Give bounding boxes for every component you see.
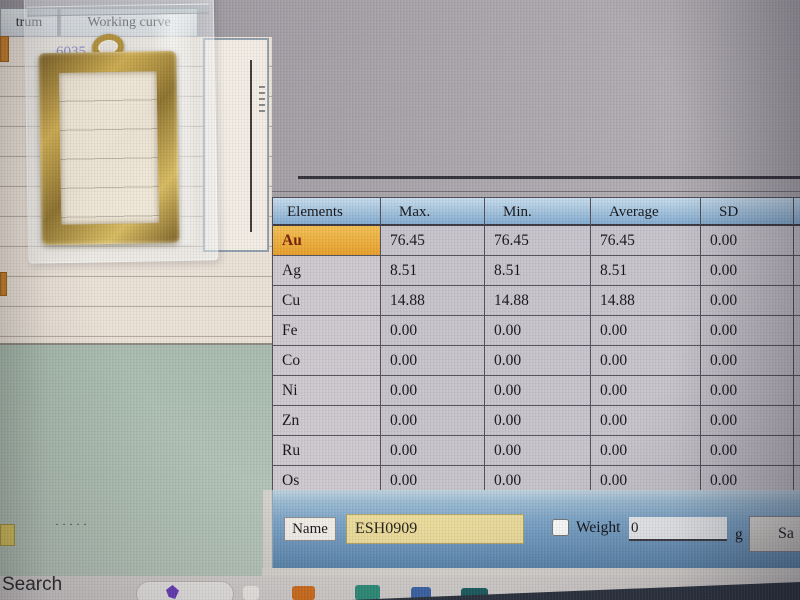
min-cell: 0.00 — [485, 406, 591, 436]
app-icon-orange[interactable] — [292, 586, 315, 600]
min-cell: 0.00 — [485, 436, 591, 466]
element-cell: Co — [273, 346, 381, 376]
max-cell: 0.00 — [381, 406, 485, 436]
sd-cell: 0.00 — [701, 346, 794, 376]
element-cell: Cu — [273, 286, 381, 316]
max-cell: 76.45 — [381, 226, 485, 256]
name-input[interactable] — [346, 514, 524, 544]
min-cell: 0.00 — [485, 376, 591, 406]
col-header-extra — [794, 198, 800, 226]
average-cell: 14.88 — [591, 286, 701, 316]
pendant-opening — [59, 71, 160, 225]
sample-form-panel: Name Weight g Sa — [272, 490, 800, 570]
window-frame-edge — [263, 490, 272, 578]
extra-cell — [794, 226, 800, 256]
col-header-min: Min. — [485, 198, 591, 226]
extra-cell — [794, 286, 800, 316]
extra-cell — [794, 406, 800, 436]
taskbar-search-box[interactable] — [136, 581, 234, 600]
extra-cell — [794, 316, 800, 346]
max-cell: 0.00 — [381, 436, 485, 466]
table-row-fe[interactable]: Fe 0.00 0.00 0.00 0.00 — [273, 316, 800, 346]
taskbar-search-label[interactable]: Search — [2, 574, 62, 596]
extra-cell — [794, 436, 800, 466]
curve-vertical-line — [250, 60, 252, 232]
table-row-au[interactable]: Au 76.45 76.45 76.45 0.00 — [273, 226, 800, 256]
extra-cell — [794, 376, 800, 406]
element-cell: Au — [273, 226, 381, 256]
min-cell: 76.45 — [485, 226, 591, 256]
table-row-ni[interactable]: Ni 0.00 0.00 0.00 0.00 — [273, 376, 800, 406]
average-cell: 8.51 — [591, 256, 701, 286]
max-cell: 0.00 — [381, 346, 485, 376]
min-cell: 8.51 — [485, 256, 591, 286]
scrollbar-ticks — [259, 86, 265, 116]
sd-cell: 0.00 — [701, 316, 794, 346]
table-header-row: Elements Max. Min. Average SD — [273, 198, 800, 226]
element-cell: Ag — [273, 256, 381, 286]
sd-cell: 0.00 — [701, 256, 794, 286]
min-cell: 14.88 — [485, 286, 591, 316]
spectrum-baseline-thin — [272, 191, 800, 192]
spectrum-baseline — [298, 176, 800, 179]
empty-side-panel: ····· — [0, 345, 272, 578]
col-header-max: Max. — [381, 198, 485, 226]
sd-cell: 0.00 — [701, 406, 794, 436]
max-cell: 0.00 — [381, 316, 485, 346]
max-cell: 8.51 — [381, 256, 485, 286]
results-table: Elements Max. Min. Average SD Au 76.45 7… — [272, 197, 800, 494]
col-header-elements: Elements — [273, 198, 381, 226]
extra-cell — [794, 346, 800, 376]
sd-cell: 0.00 — [701, 436, 794, 466]
average-cell: 0.00 — [591, 436, 701, 466]
extra-cell — [794, 256, 800, 286]
app-icon-teal[interactable] — [355, 585, 380, 600]
weight-unit-label: g — [735, 526, 743, 544]
element-cell: Ru — [273, 436, 381, 466]
save-button[interactable]: Sa — [749, 516, 800, 552]
average-cell: 0.00 — [591, 376, 701, 406]
col-header-sd: SD — [701, 198, 794, 226]
sd-cell: 0.00 — [701, 376, 794, 406]
status-row-empty — [0, 277, 272, 307]
status-row-empty — [0, 307, 272, 337]
app-icon-white[interactable] — [243, 586, 259, 600]
orange-edge-mark — [0, 36, 9, 62]
col-header-average: Average — [591, 198, 701, 226]
average-cell: 76.45 — [591, 226, 701, 256]
table-row-cu[interactable]: Cu 14.88 14.88 14.88 0.00 — [273, 286, 800, 316]
table-row-ag[interactable]: Ag 8.51 8.51 8.51 0.00 — [273, 256, 800, 286]
orange-edge-mark — [0, 272, 7, 296]
dots-marker: ····· — [55, 517, 90, 532]
min-cell: 0.00 — [485, 346, 591, 376]
gold-pendant-frame — [38, 51, 179, 245]
min-cell: 0.00 — [485, 316, 591, 346]
weight-checkbox[interactable] — [552, 519, 569, 536]
sd-cell: 0.00 — [701, 286, 794, 316]
element-cell: Zn — [273, 406, 381, 436]
average-cell: 0.00 — [591, 346, 701, 376]
element-cell: Ni — [273, 376, 381, 406]
sd-cell: 0.00 — [701, 226, 794, 256]
table-row-co[interactable]: Co 0.00 0.00 0.00 0.00 — [273, 346, 800, 376]
max-cell: 0.00 — [381, 376, 485, 406]
element-cell: Fe — [273, 316, 381, 346]
average-cell: 0.00 — [591, 316, 701, 346]
weight-input[interactable] — [629, 517, 727, 541]
name-label: Name — [284, 517, 336, 541]
table-row-ru[interactable]: Ru 0.00 0.00 0.00 0.00 — [273, 436, 800, 466]
yellow-edge-strip — [0, 524, 15, 546]
weight-label: Weight — [576, 519, 620, 537]
table-row-zn[interactable]: Zn 0.00 0.00 0.00 0.00 — [273, 406, 800, 436]
xrf-analyzer-screen: trum Working curve 6035 40 0 u 970 0.0 P… — [0, 0, 800, 600]
max-cell: 14.88 — [381, 286, 485, 316]
average-cell: 0.00 — [591, 406, 701, 436]
